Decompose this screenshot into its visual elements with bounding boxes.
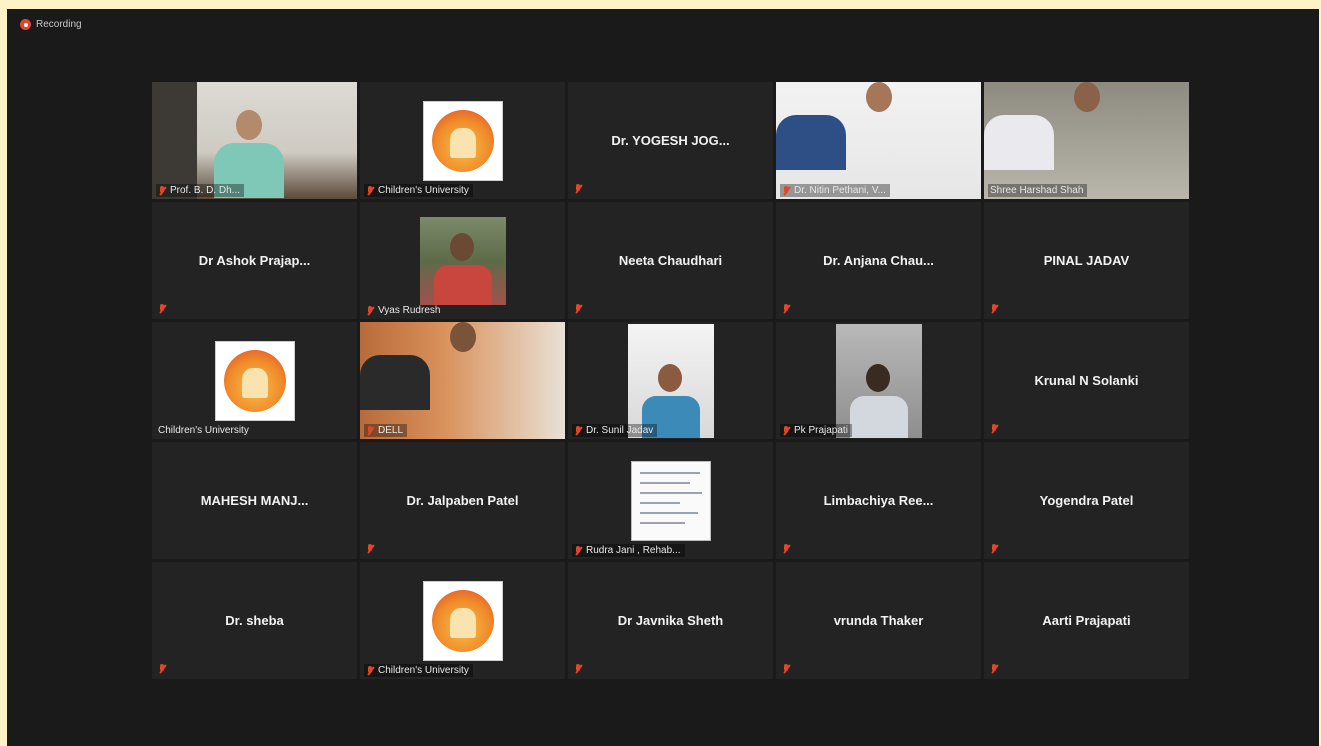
participant-video: [776, 82, 981, 199]
participant-name: Neeta Chaudhari: [618, 253, 723, 268]
participant-video: [984, 82, 1189, 199]
participant-tile[interactable]: Rudra Jani , Rehab...: [568, 442, 773, 559]
participant-name: Dr Javnika Sheth: [617, 613, 724, 628]
mic-muted-icon: [158, 664, 167, 674]
meeting-window: Recording Prof. B. D. Dh... Children's U…: [7, 9, 1319, 746]
participant-name-label: Vyas Rudresh: [364, 304, 444, 317]
participant-name-label: Shree Harshad Shah: [988, 184, 1088, 197]
participant-tile[interactable]: Yogendra Patel: [984, 442, 1189, 559]
participant-tile[interactable]: DELL: [360, 322, 565, 439]
mic-muted-icon: [990, 424, 999, 434]
participant-name: Dr. Anjana Chau...: [823, 253, 934, 268]
participant-name: vrunda Thaker: [833, 613, 924, 628]
participant-name-label: DELL: [364, 424, 408, 437]
participant-tile[interactable]: Krunal N Solanki: [984, 322, 1189, 439]
participant-name: Limbachiya Ree...: [823, 493, 934, 508]
participant-name: Aarti Prajapati: [1042, 613, 1131, 628]
participant-tile[interactable]: Dr. Jalpaben Patel: [360, 442, 565, 559]
participant-tile[interactable]: Dr. YOGESH JOG...: [568, 82, 773, 199]
profile-picture: [627, 323, 714, 438]
profile-picture: [214, 340, 295, 421]
participant-tile[interactable]: Neeta Chaudhari: [568, 202, 773, 319]
mic-muted-icon: [366, 425, 375, 436]
mic-muted-icon: [366, 544, 375, 554]
participant-tile[interactable]: Children's University: [360, 562, 565, 679]
participant-tile[interactable]: Aarti Prajapati: [984, 562, 1189, 679]
participant-tile[interactable]: Dr. Sunil Jadav: [568, 322, 773, 439]
mic-muted-icon: [574, 664, 583, 674]
mic-muted-icon: [782, 664, 791, 674]
participant-name: Prof. B. D. Dh...: [170, 185, 241, 196]
mic-muted-icon: [574, 545, 583, 556]
profile-picture: [422, 580, 503, 661]
participant-name: Dr. YOGESH JOG...: [611, 133, 730, 148]
participant-tile[interactable]: vrunda Thaker: [776, 562, 981, 679]
participant-tile[interactable]: Prof. B. D. Dh...: [152, 82, 357, 199]
participant-tile[interactable]: PINAL JADAV: [984, 202, 1189, 319]
mic-muted-icon: [574, 184, 583, 194]
profile-picture: [422, 100, 503, 181]
participant-name: Children's University: [378, 185, 469, 196]
recording-icon: [20, 19, 31, 30]
mic-muted-icon: [990, 664, 999, 674]
participant-name-label: Children's University: [156, 424, 253, 437]
participant-name: Yogendra Patel: [1039, 493, 1134, 508]
mic-muted-icon: [366, 305, 375, 316]
participant-name-label: Children's University: [364, 184, 473, 197]
mic-muted-icon: [782, 544, 791, 554]
participant-name: Dr. Jalpaben Patel: [406, 493, 519, 508]
mic-muted-icon: [574, 304, 583, 314]
mic-muted-icon: [366, 185, 375, 196]
participant-name: Pk Prajapati: [794, 425, 848, 436]
participant-name: Dr. Nitin Pethani, V...: [794, 185, 886, 196]
participant-tile[interactable]: Children's University: [152, 322, 357, 439]
participant-video: [360, 322, 565, 439]
profile-picture: [419, 216, 506, 305]
gallery-grid: Prof. B. D. Dh... Children's University …: [152, 82, 1189, 679]
participant-name-label: Prof. B. D. Dh...: [156, 184, 245, 197]
mic-muted-icon: [158, 185, 167, 196]
participant-tile[interactable]: Dr. Nitin Pethani, V...: [776, 82, 981, 199]
participant-name: Children's University: [378, 665, 469, 676]
mic-muted-icon: [782, 185, 791, 196]
participant-name: Shree Harshad Shah: [990, 185, 1084, 196]
mic-muted-icon: [990, 544, 999, 554]
mic-muted-icon: [782, 425, 791, 436]
mic-muted-icon: [782, 304, 791, 314]
participant-tile[interactable]: Vyas Rudresh: [360, 202, 565, 319]
participant-video: [152, 82, 357, 199]
participant-tile[interactable]: Children's University: [360, 82, 565, 199]
participant-name: PINAL JADAV: [1043, 253, 1130, 268]
participant-name: Vyas Rudresh: [378, 305, 441, 316]
participant-name-label: Dr. Nitin Pethani, V...: [780, 184, 890, 197]
recording-indicator[interactable]: Recording: [20, 19, 82, 30]
participant-name: Rudra Jani , Rehab...: [586, 545, 681, 556]
participant-tile[interactable]: Limbachiya Ree...: [776, 442, 981, 559]
participant-name-label: Children's University: [364, 664, 473, 677]
participant-tile[interactable]: Dr. sheba: [152, 562, 357, 679]
participant-name: Dr. Sunil Jadav: [586, 425, 654, 436]
profile-picture: [835, 323, 922, 438]
participant-tile[interactable]: MAHESH MANJ...: [152, 442, 357, 559]
mic-muted-icon: [574, 425, 583, 436]
participant-tile[interactable]: Dr Ashok Prajap...: [152, 202, 357, 319]
participant-name-label: Pk Prajapati: [780, 424, 852, 437]
participant-tile[interactable]: Pk Prajapati: [776, 322, 981, 439]
participant-name-label: Rudra Jani , Rehab...: [572, 544, 685, 557]
participant-name-label: Dr. Sunil Jadav: [572, 424, 658, 437]
participant-tile-active-speaker[interactable]: Shree Harshad Shah: [984, 82, 1189, 199]
participant-tile[interactable]: Dr. Anjana Chau...: [776, 202, 981, 319]
participant-name: MAHESH MANJ...: [200, 493, 309, 508]
mic-muted-icon: [158, 304, 167, 314]
participant-name: DELL: [378, 425, 404, 436]
participant-name: Children's University: [158, 425, 249, 436]
participant-name: Krunal N Solanki: [1034, 373, 1139, 388]
participant-tile[interactable]: Dr Javnika Sheth: [568, 562, 773, 679]
profile-picture: [630, 460, 711, 541]
mic-muted-icon: [366, 665, 375, 676]
participant-name: Dr. sheba: [225, 613, 284, 628]
recording-label: Recording: [36, 19, 82, 30]
participant-name: Dr Ashok Prajap...: [198, 253, 311, 268]
mic-muted-icon: [990, 304, 999, 314]
